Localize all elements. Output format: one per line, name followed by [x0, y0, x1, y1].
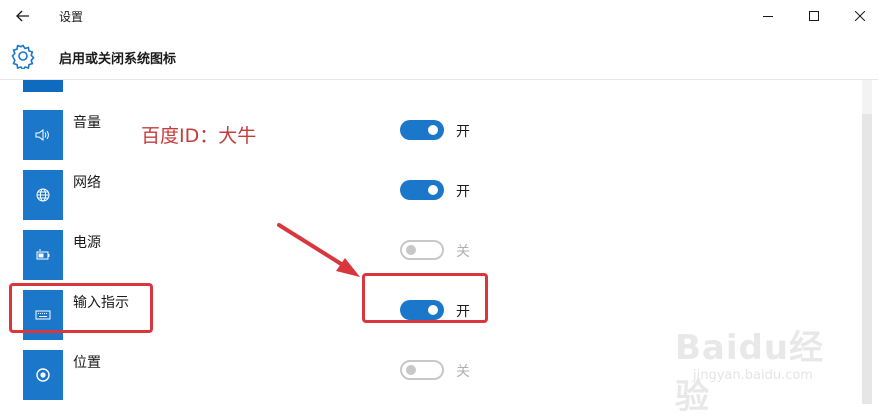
- baidu-watermark: Baidu经验 jingyan.baidu.com: [675, 320, 835, 417]
- baidu-url: jingyan.baidu.com: [693, 368, 813, 383]
